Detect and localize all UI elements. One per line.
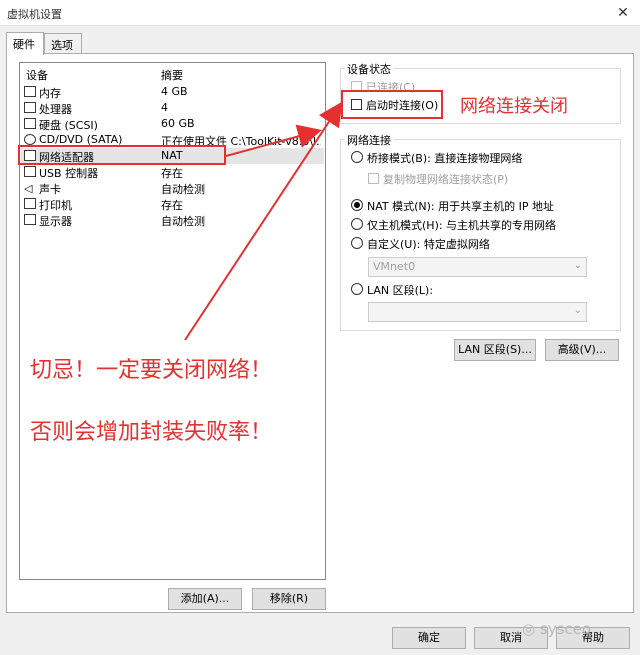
device-list[interactable]: 设备 摘要 内存 4 GB 处理器 4 硬盘 (SCSI) 60 GB CD/D… <box>19 62 326 580</box>
device-summary: 存在 <box>161 199 183 212</box>
custom-label: 自定义(U): 特定虚拟网络 <box>367 238 490 251</box>
lan-segment-select[interactable]: ⌄ <box>368 302 587 322</box>
device-summary: 自动检测 <box>161 215 205 228</box>
lan-segment-radio[interactable] <box>351 283 363 295</box>
custom-network-value: VMnet0 <box>373 260 416 273</box>
title-bar: 虚拟机设置 ✕ <box>0 0 640 26</box>
watermark-text: sysceo <box>539 620 592 638</box>
chevron-down-icon: ⌄ <box>573 305 582 316</box>
sound-card-icon: ◁ <box>24 182 36 195</box>
usb-controller-icon <box>24 166 36 177</box>
bridged-label: 桥接模式(B): 直接连接物理网络 <box>367 152 523 165</box>
tab-options[interactable]: 选项 <box>44 33 82 54</box>
nat-label: NAT 模式(N): 用于共享主机的 IP 地址 <box>367 200 554 213</box>
custom-network-select[interactable]: VMnet0 ⌄ <box>368 257 587 277</box>
host-only-label: 仅主机模式(H): 与主机共享的专用网络 <box>367 219 557 232</box>
nat-radio[interactable] <box>351 199 363 211</box>
device-status-legend: 设备状态 <box>345 61 393 77</box>
device-row-sound-card[interactable]: ◁ 声卡 自动检测 <box>21 180 324 196</box>
lan-segment-label: LAN 区段(L): <box>367 284 434 297</box>
remove-device-button[interactable]: 移除(R) <box>252 588 326 610</box>
device-row-memory[interactable]: 内存 4 GB <box>21 84 324 100</box>
custom-radio[interactable] <box>351 237 363 249</box>
device-name: 打印机 <box>39 199 72 212</box>
display-icon <box>24 214 36 225</box>
hard-disk-icon <box>24 118 36 129</box>
replicate-state-checkbox[interactable] <box>368 173 379 184</box>
device-summary: 4 GB <box>161 85 188 98</box>
device-row-printer[interactable]: 打印机 存在 <box>21 196 324 212</box>
ok-button[interactable]: 确定 <box>392 627 466 649</box>
memory-icon <box>24 86 36 97</box>
advanced-button[interactable]: 高级(V)... <box>545 339 619 361</box>
lan-segments-button[interactable]: LAN 区段(S)... <box>454 339 536 361</box>
host-only-radio[interactable] <box>351 218 363 230</box>
device-name: 声卡 <box>39 183 61 196</box>
watermark: ◎ sysceo <box>522 620 632 640</box>
printer-icon <box>24 198 36 209</box>
warning-line-1: 切忌！一定要关闭网络！ <box>30 358 273 383</box>
cd-dvd-icon <box>24 134 36 145</box>
column-summary[interactable]: 摘要 <box>161 67 183 83</box>
bridged-radio[interactable] <box>351 151 363 163</box>
device-name: 显示器 <box>39 215 72 228</box>
add-device-button[interactable]: 添加(A)... <box>168 588 242 610</box>
network-connection-legend: 网络连接 <box>345 132 393 148</box>
device-name: 硬盘 (SCSI) <box>39 119 98 132</box>
window-title: 虚拟机设置 <box>7 8 62 21</box>
processor-icon <box>24 102 36 113</box>
network-adapter-highlight <box>18 145 226 165</box>
device-name: 内存 <box>39 87 61 100</box>
device-row-usb-controller[interactable]: USB 控制器 存在 <box>21 164 324 180</box>
device-name: 处理器 <box>39 103 72 116</box>
device-summary: 4 <box>161 101 168 114</box>
device-name: USB 控制器 <box>39 167 99 180</box>
connect-at-power-on-highlight <box>341 90 443 119</box>
watermark-logo-icon: ◎ <box>522 620 536 638</box>
callout-network-off: 网络连接关闭 <box>460 96 568 117</box>
warning-line-2: 否则会增加封装失败率！ <box>30 420 273 445</box>
chevron-down-icon: ⌄ <box>573 260 582 271</box>
column-device[interactable]: 设备 <box>26 67 48 83</box>
device-row-display[interactable]: 显示器 自动检测 <box>21 212 324 228</box>
replicate-state-label: 复制物理网络连接状态(P) <box>383 173 509 186</box>
device-summary: 自动检测 <box>161 183 205 196</box>
tab-hardware[interactable]: 硬件 <box>6 32 44 55</box>
device-summary: 60 GB <box>161 117 195 130</box>
device-summary: 存在 <box>161 167 183 180</box>
device-row-hard-disk[interactable]: 硬盘 (SCSI) 60 GB <box>21 116 324 132</box>
close-icon[interactable]: ✕ <box>606 0 640 26</box>
device-row-processor[interactable]: 处理器 4 <box>21 100 324 116</box>
